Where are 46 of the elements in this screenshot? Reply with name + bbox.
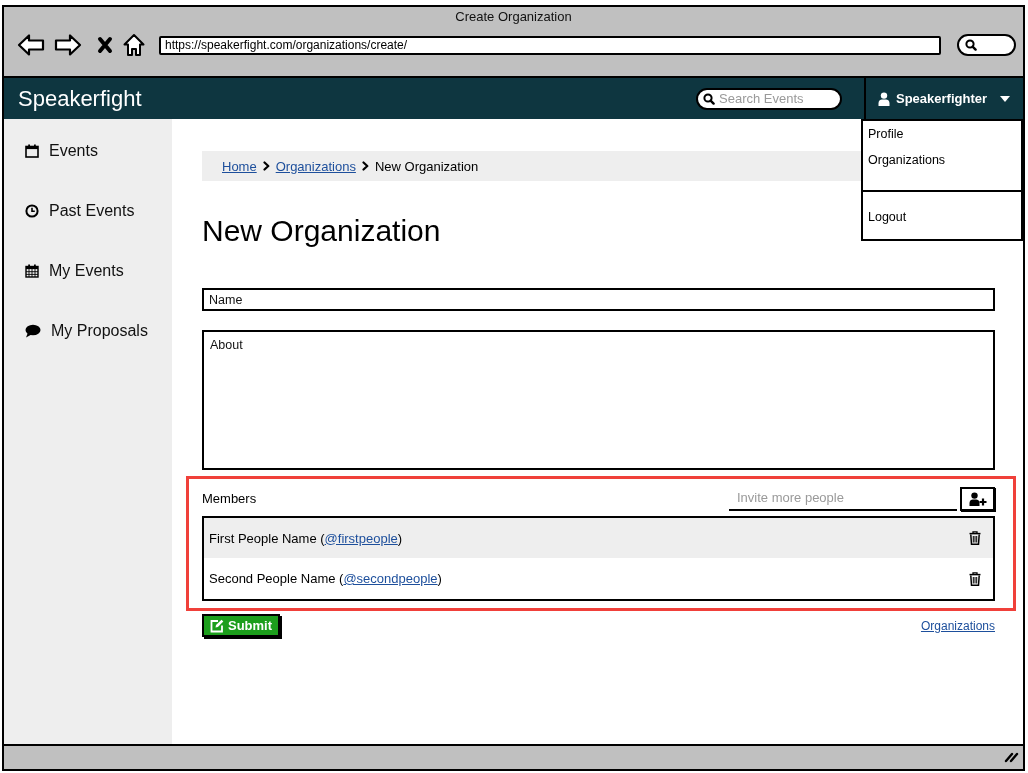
window-title: Create Organization <box>454 8 573 26</box>
submit-button[interactable]: Submit <box>202 614 281 637</box>
member-handle-link[interactable]: @secondpeople <box>343 571 438 586</box>
about-field[interactable]: About <box>202 330 995 470</box>
menu-item[interactable]: Logout <box>868 210 907 224</box>
caret-icon <box>1000 95 1011 102</box>
browser-search-field[interactable] <box>957 34 1016 56</box>
user-icon <box>878 91 890 106</box>
resize-grip-icon[interactable] <box>1004 752 1019 763</box>
add-member-button[interactable] <box>960 486 995 511</box>
calendar-icon <box>25 264 39 278</box>
search-field[interactable]: Search Events <box>696 87 842 110</box>
sidebar-item[interactable]: Past Events <box>25 202 135 220</box>
breadcrumb-current: New Organization <box>374 158 479 174</box>
organizations-link[interactable]: Organizations <box>920 618 995 633</box>
user-plus-icon <box>968 491 987 506</box>
menu-item[interactable]: Organizations <box>868 153 946 167</box>
forward-arrow-icon[interactable] <box>54 33 82 57</box>
back-arrow-icon[interactable] <box>17 33 45 57</box>
search-icon <box>703 92 715 105</box>
speech-bubble-icon <box>25 324 41 338</box>
invite-field[interactable]: Invite more people <box>729 486 957 511</box>
calendar-icon <box>25 144 39 158</box>
search-icon <box>965 39 977 51</box>
chevron-icon <box>361 161 369 171</box>
members-label: Members <box>202 491 257 506</box>
edit-icon <box>210 618 224 633</box>
member-handle-link[interactable]: @firstpeople <box>324 530 398 546</box>
sidebar-item[interactable]: My Proposals <box>25 322 148 340</box>
breadcrumb-link[interactable]: Home <box>222 158 257 174</box>
menu-item[interactable]: Profile <box>868 127 904 141</box>
breadcrumb-link[interactable]: Organizations <box>275 158 356 174</box>
clock-icon <box>25 204 39 218</box>
sidebar-item[interactable]: My Events <box>25 262 124 280</box>
name-field[interactable]: Name <box>202 288 995 311</box>
chevron-icon <box>262 161 270 171</box>
trash-icon[interactable] <box>969 571 981 586</box>
sidebar-item[interactable]: Events <box>25 142 98 160</box>
brand-logo[interactable]: Speakerfight <box>4 85 142 112</box>
home-icon[interactable] <box>123 33 145 57</box>
url-field[interactable]: https://speakerfight.com/organizations/create/ <box>159 35 941 55</box>
close-icon[interactable] <box>97 36 113 54</box>
member-name: First People Name (@firstpeople) <box>209 530 403 546</box>
page-title: New Organization <box>202 213 441 249</box>
trash-icon[interactable] <box>969 531 981 545</box>
member-name: Second People Name (@secondpeople) <box>209 571 442 586</box>
